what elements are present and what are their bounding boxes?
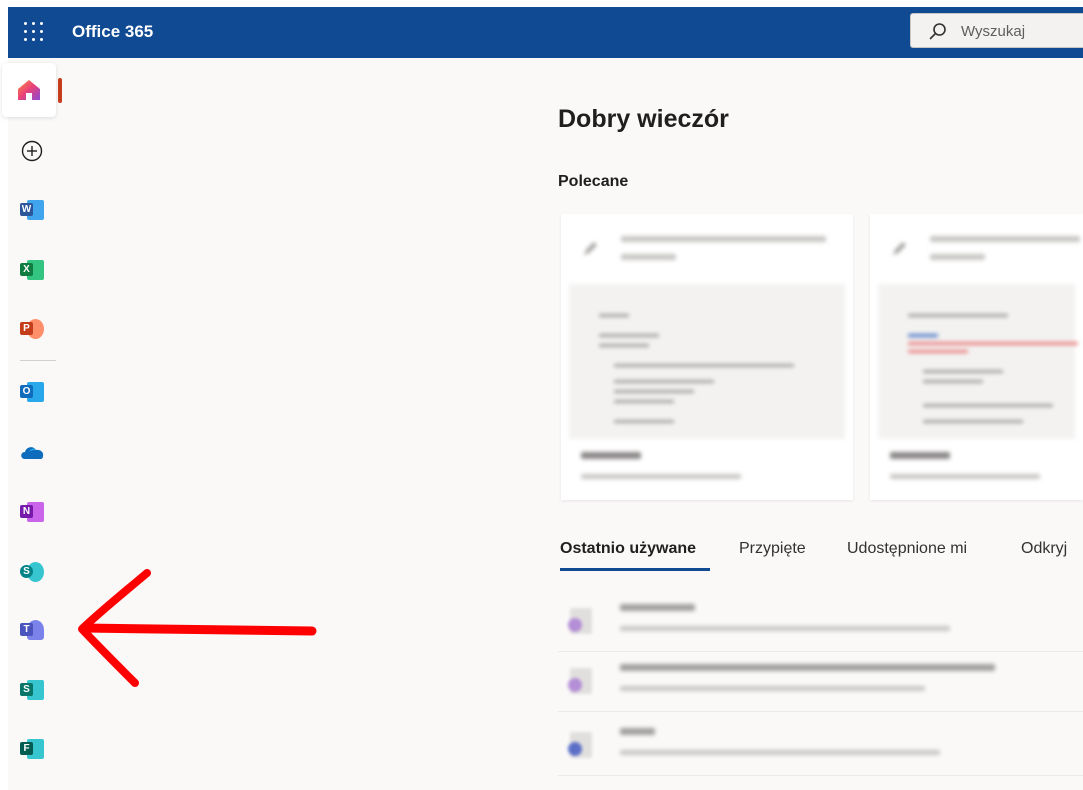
recommended-card[interactable]: [561, 214, 853, 500]
rail-outlook[interactable]: O: [8, 368, 56, 416]
sharepoint-icon: S: [20, 561, 44, 583]
rail-create[interactable]: [8, 127, 56, 175]
word-icon: W: [20, 199, 44, 221]
outlook-icon: O: [20, 381, 44, 403]
list-item[interactable]: [558, 592, 1083, 652]
search-box[interactable]: Wyszukaj: [910, 13, 1083, 48]
app-launcher-icon[interactable]: [22, 20, 46, 44]
forms-icon: F: [20, 738, 44, 760]
home-icon: [18, 80, 40, 100]
teams-icon: T: [20, 619, 44, 641]
rail-onenote[interactable]: N: [8, 488, 56, 536]
rail-divider: [20, 360, 56, 361]
greeting: Dobry wieczór: [558, 105, 729, 133]
onenote-icon: N: [20, 501, 44, 523]
tab-shared[interactable]: Udostępnione mi: [847, 540, 967, 558]
rail-powerpoint[interactable]: P: [8, 305, 56, 353]
plus-circle-icon: [21, 140, 43, 162]
edit-icon: [584, 242, 597, 255]
rail-excel[interactable]: X: [8, 246, 56, 294]
list-item[interactable]: [558, 716, 1083, 776]
active-indicator: [58, 78, 62, 103]
rail-sharepoint[interactable]: S: [8, 548, 56, 596]
rail-onedrive[interactable]: [8, 428, 56, 476]
search-icon: [929, 23, 946, 40]
rail-sway[interactable]: S: [8, 666, 56, 714]
app-title[interactable]: Office 365: [72, 22, 153, 42]
tab-pinned[interactable]: Przypięte: [739, 540, 806, 558]
rail-teams[interactable]: T: [8, 606, 56, 654]
excel-icon: X: [20, 259, 44, 281]
search-placeholder: Wyszukaj: [961, 23, 1026, 40]
document-thumbnail: [878, 284, 1078, 439]
powerpoint-icon: P: [20, 318, 44, 340]
top-bar: Office 365 Wyszukaj: [8, 7, 1083, 58]
sway-icon: S: [20, 679, 44, 701]
document-thumbnail: [569, 284, 845, 439]
rail-home[interactable]: [2, 63, 56, 117]
list-item[interactable]: [558, 652, 1083, 712]
active-tab-underline: [560, 568, 710, 571]
recommended-card[interactable]: [870, 214, 1083, 500]
onedrive-icon: [21, 447, 44, 459]
file-tabs: Ostatnio używane Przypięte Udostępnione …: [558, 540, 1083, 574]
rail-word[interactable]: W: [8, 186, 56, 234]
tab-recent[interactable]: Ostatnio używane: [560, 540, 696, 558]
edit-icon: [893, 242, 906, 255]
tab-discover[interactable]: Odkryj: [1021, 540, 1067, 558]
recommended-title: Polecane: [558, 173, 629, 190]
rail-forms[interactable]: F: [8, 725, 56, 773]
